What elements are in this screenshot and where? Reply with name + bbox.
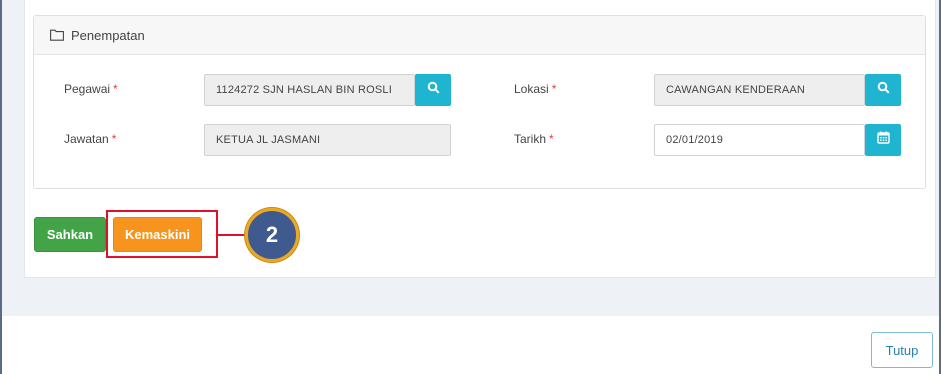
required-marker: * — [549, 132, 554, 146]
panel-heading: Penempatan — [34, 16, 925, 55]
folder-open-icon — [50, 29, 66, 42]
pegawai-value: 1124272 SJN HASLAN BIN ROSLI — [216, 84, 392, 96]
panel-title: Penempatan — [71, 27, 145, 43]
modal-footer — [2, 316, 939, 374]
jawatan-field[interactable]: KETUA JL JASMANI — [204, 124, 451, 156]
tarikh-calendar-button[interactable] — [865, 124, 901, 156]
required-marker: * — [111, 132, 117, 146]
search-icon — [877, 81, 890, 99]
lokasi-search-button[interactable] — [865, 74, 901, 106]
lokasi-value: CAWANGAN KENDERAAN — [666, 84, 806, 96]
tarikh-value: 02/01/2019 — [666, 134, 724, 146]
lokasi-field[interactable]: CAWANGAN KENDERAAN — [654, 74, 865, 106]
calendar-icon — [876, 131, 890, 149]
jawatan-label: Jawatan * — [64, 132, 116, 146]
pegawai-field[interactable]: 1124272 SJN HASLAN BIN ROSLI — [204, 74, 415, 106]
pegawai-label-text: Pegawai — [64, 82, 111, 96]
tarikh-label: Tarikh * — [514, 132, 554, 146]
step-number-badge: 2 — [245, 208, 299, 262]
tutup-button[interactable]: Tutup — [871, 332, 933, 368]
jawatan-value: KETUA JL JASMANI — [216, 134, 321, 146]
pegawai-label: Pegawai * — [64, 82, 118, 96]
tarikh-field[interactable]: 02/01/2019 — [654, 124, 865, 156]
penempatan-panel: Penempatan Pegawai * 1124272 SJN HASLAN B… — [33, 15, 926, 189]
kemaskini-highlight-box — [106, 210, 218, 258]
sahkan-button[interactable]: Sahkan — [34, 217, 106, 252]
jawatan-label-text: Jawatan — [64, 132, 109, 146]
lokasi-label: Lokasi * — [514, 82, 556, 96]
lokasi-label-text: Lokasi — [514, 82, 549, 96]
pegawai-search-button[interactable] — [415, 74, 451, 106]
required-marker: * — [551, 82, 557, 96]
tarikh-label-text: Tarikh — [514, 132, 547, 146]
modal-body: Penempatan Pegawai * 1124272 SJN HASLAN B… — [2, 0, 939, 316]
required-marker: * — [113, 82, 118, 96]
search-icon — [427, 81, 440, 99]
